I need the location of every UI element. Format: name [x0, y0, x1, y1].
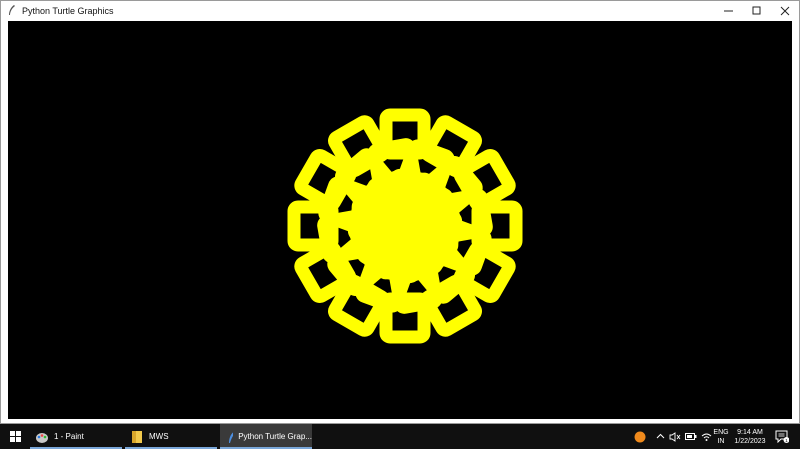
taskbar-item-label: Python Turtle Grap... — [238, 432, 312, 441]
clock[interactable]: 9:14 AM 1/22/2023 — [730, 424, 770, 449]
turtle-pattern-core — [365, 186, 445, 266]
title-bar[interactable]: Python Turtle Graphics — [1, 1, 799, 20]
start-button[interactable] — [0, 424, 30, 449]
network-button[interactable] — [699, 424, 713, 449]
volume-button[interactable] — [667, 424, 683, 449]
minimize-button[interactable] — [715, 1, 743, 20]
taskbar-item-paint[interactable]: 1 - Paint — [30, 424, 122, 449]
clock-date: 1/22/2023 — [734, 437, 766, 445]
battery-icon — [685, 432, 697, 440]
taskbar-item-python-turtle[interactable]: Python Turtle Grap... — [220, 424, 312, 449]
show-hidden-icons-button[interactable] — [653, 424, 667, 449]
orange-circle-icon — [634, 431, 646, 442]
battery-button[interactable] — [683, 424, 699, 449]
clock-time: 9:14 AM — [737, 428, 763, 436]
maximize-button[interactable] — [743, 1, 771, 20]
volume-muted-icon — [669, 431, 681, 442]
close-icon — [780, 6, 790, 15]
python-turtle-icon — [229, 431, 234, 443]
language-label: ENG — [713, 428, 729, 436]
turtle-window: Python Turtle Graphics — [0, 0, 800, 424]
windows-logo-icon — [9, 431, 21, 442]
tray-app-button[interactable] — [630, 424, 650, 449]
close-button[interactable] — [771, 1, 799, 20]
taskbar: 1 - Paint MWS Python Turtle Grap... ENG … — [0, 424, 800, 449]
notification-icon: 1 — [775, 430, 789, 443]
taskbar-item-label: MWS — [149, 432, 169, 441]
language-indicator[interactable]: ENG IN — [712, 424, 730, 449]
feather-icon — [5, 1, 19, 20]
folder-icon — [132, 430, 142, 443]
action-center-button[interactable]: 1 — [772, 424, 792, 449]
taskbar-item-mws[interactable]: MWS — [125, 424, 217, 449]
minimize-icon — [724, 10, 733, 11]
maximize-icon — [752, 6, 761, 14]
paint-icon — [36, 432, 48, 443]
turtle-drawing — [287, 108, 523, 344]
window-controls — [715, 1, 799, 20]
window-title: Python Turtle Graphics — [22, 5, 114, 16]
taskbar-item-label: 1 - Paint — [54, 432, 84, 441]
turtle-canvas[interactable] — [8, 21, 792, 419]
region-label: IN — [717, 437, 725, 445]
chevron-up-icon — [656, 433, 664, 439]
wifi-icon — [701, 433, 711, 441]
